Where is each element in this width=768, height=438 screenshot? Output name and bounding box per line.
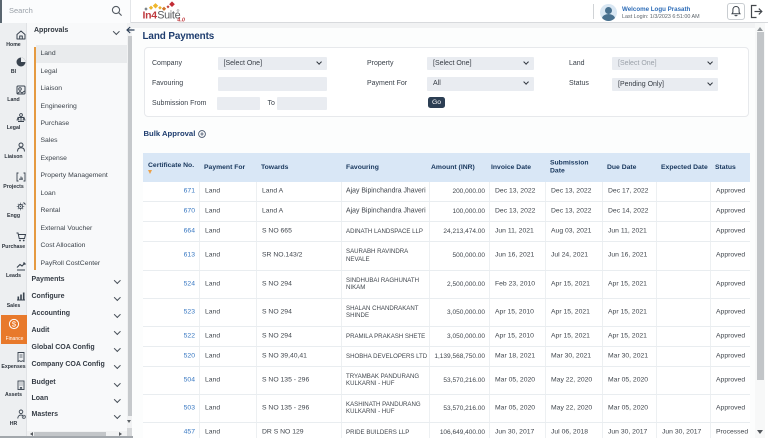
svg-text:®: ® — [176, 9, 179, 13]
svg-text:$: $ — [12, 320, 17, 329]
svg-text:In4: In4 — [142, 9, 157, 21]
svg-text:4.0: 4.0 — [176, 17, 185, 22]
